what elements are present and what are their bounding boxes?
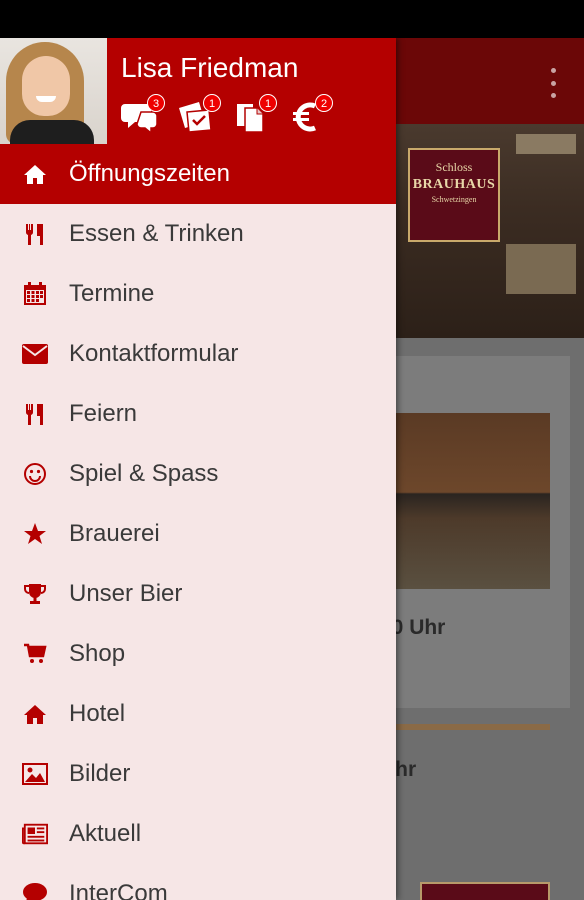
messages-button[interactable]: 3 — [121, 94, 165, 138]
menu-item-oeffnungszeiten[interactable]: Öffnungszeiten — [0, 144, 396, 204]
menu-label: Kontaktformular — [69, 340, 239, 367]
drawer-menu: Öffnungszeiten Essen & Trinken Termine K… — [0, 144, 396, 900]
home-icon — [22, 702, 48, 726]
messages-badge: 3 — [147, 94, 165, 112]
menu-item-shop[interactable]: Shop — [0, 624, 396, 684]
overflow-menu-icon[interactable] — [548, 68, 558, 98]
cutlery-icon — [22, 402, 48, 426]
card-image — [396, 413, 550, 589]
chat-icon — [22, 882, 48, 900]
documents-badge: 1 — [259, 94, 277, 112]
menu-item-unser-bier[interactable]: Unser Bier — [0, 564, 396, 624]
menu-label: Essen & Trinken — [69, 220, 244, 247]
menu-item-intercom[interactable]: InterCom — [0, 864, 396, 900]
drawer-header: Lisa Friedman 3 1 1 2 — [0, 38, 396, 144]
menu-item-spiel-spass[interactable]: Spiel & Spass — [0, 444, 396, 504]
documents-button[interactable]: 1 — [233, 94, 277, 138]
menu-label: Öffnungszeiten — [69, 160, 231, 187]
newspaper-icon — [22, 822, 48, 846]
menu-item-aktuell[interactable]: Aktuell — [0, 804, 396, 864]
user-name: Lisa Friedman — [121, 52, 299, 83]
menu-label: Brauerei — [69, 520, 160, 547]
star-icon — [22, 522, 48, 546]
calendar-icon — [22, 282, 48, 306]
menu-label: Feiern — [69, 400, 138, 427]
menu-item-brauerei[interactable]: Brauerei — [0, 504, 396, 564]
smiley-icon — [22, 462, 48, 486]
cart-icon — [22, 642, 48, 666]
avatar[interactable] — [0, 38, 107, 144]
card-image-2 — [396, 724, 550, 730]
navigation-drawer: Lisa Friedman 3 1 1 2 Öffnungszeiten Ess… — [0, 38, 396, 900]
menu-item-termine[interactable]: Termine — [0, 264, 396, 324]
menu-item-kontaktformular[interactable]: Kontaktformular — [0, 324, 396, 384]
menu-label: Shop — [69, 640, 126, 667]
menu-label: Hotel — [69, 700, 126, 727]
status-bar — [0, 0, 584, 38]
menu-label: Bilder — [69, 760, 131, 787]
payments-button[interactable]: 2 — [289, 94, 333, 138]
menu-item-bilder[interactable]: Bilder — [0, 744, 396, 804]
cutlery-icon — [22, 222, 48, 246]
menu-item-hotel[interactable]: Hotel — [0, 684, 396, 744]
menu-item-feiern[interactable]: Feiern — [0, 384, 396, 444]
envelope-icon — [22, 342, 48, 366]
menu-label: Spiel & Spass — [69, 460, 219, 487]
menu-label: Unser Bier — [69, 580, 183, 607]
coupons-button[interactable]: 1 — [177, 94, 221, 138]
home-icon — [22, 162, 48, 186]
menu-label: Termine — [69, 280, 155, 307]
card-image-3 — [420, 882, 550, 900]
menu-label: InterCom — [69, 880, 168, 900]
menu-label: Aktuell — [69, 820, 142, 847]
image-icon — [22, 762, 48, 786]
payments-badge: 2 — [315, 94, 333, 112]
trophy-icon — [22, 582, 48, 606]
coupons-badge: 1 — [203, 94, 221, 112]
brauhaus-logo: Schloss BRAUHAUS Schwetzingen — [408, 148, 500, 242]
menu-item-essen-trinken[interactable]: Essen & Trinken — [0, 204, 396, 264]
